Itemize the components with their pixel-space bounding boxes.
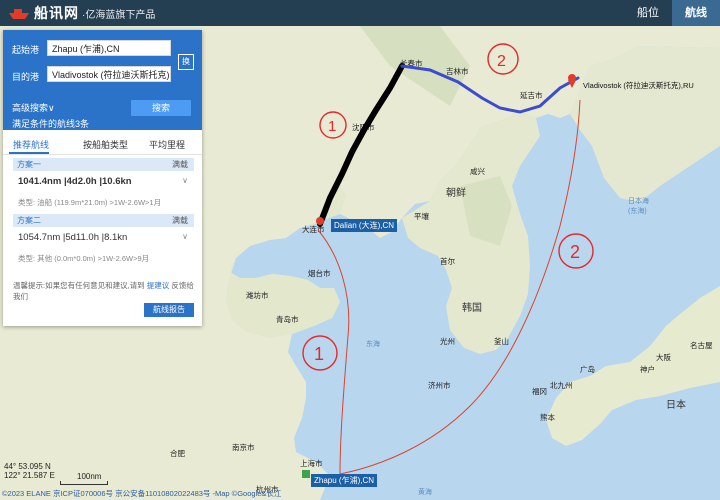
city-label-pyongyang: 平壤 bbox=[414, 211, 429, 221]
annotation-1-south: 1 bbox=[314, 344, 324, 364]
plan-detail: 类型: 油船 (119.9m*21.0m) >1W-2.6W>1月 bbox=[18, 198, 162, 207]
scale-bar bbox=[60, 481, 108, 485]
route-tabs: 推荐航线 按船舶类型 平均里程 bbox=[3, 134, 202, 155]
city-label-seoul: 首尔 bbox=[440, 256, 455, 266]
city-label-qingdao: 青岛市 bbox=[276, 314, 299, 324]
destination-port-input[interactable]: Vladivostok (符拉迪沃斯托克),RU bbox=[47, 66, 171, 82]
port-label-dalian[interactable]: Dalian (大连),CN bbox=[331, 219, 398, 232]
feedback-link[interactable]: 提建议 bbox=[147, 281, 170, 290]
tab-average-distance[interactable]: 平均里程 bbox=[149, 138, 185, 151]
plan-header: 方案一 满载 bbox=[13, 158, 194, 171]
annotation-2-south: 2 bbox=[570, 242, 580, 262]
tab-active-indicator bbox=[9, 152, 49, 154]
chevron-down-icon[interactable]: ∨ bbox=[182, 232, 188, 241]
ship-logo-icon bbox=[8, 6, 30, 20]
logo-text: 船讯网 bbox=[34, 5, 79, 21]
nav-berth[interactable]: 船位 bbox=[624, 0, 672, 26]
plan-status: 满载 bbox=[172, 216, 188, 225]
route-search-header: 起始港 Zhapu (乍浦),CN 目的港 Vladivostok (符拉迪沃斯… bbox=[3, 30, 202, 130]
city-label-osaka: 大阪 bbox=[656, 352, 671, 362]
plan-header: 方案二 满载 bbox=[13, 214, 194, 227]
port-label-vladivostok[interactable]: Vladivostok (符拉迪沃斯托克),RU bbox=[580, 79, 697, 92]
city-label-kobe: 神户 bbox=[640, 364, 655, 374]
city-label-kumamoto: 熊本 bbox=[540, 412, 555, 422]
country-label-japan: 日本 bbox=[666, 398, 686, 411]
search-button[interactable]: 搜索 bbox=[131, 100, 191, 116]
city-label-jilin: 吉林市 bbox=[446, 66, 469, 76]
plan-label: 方案一 bbox=[17, 160, 41, 169]
logo-subtitle: ·亿海蓝旗下产品 bbox=[82, 9, 156, 21]
city-label-shanghai: 上海市 bbox=[300, 458, 323, 468]
logo[interactable]: 船讯网 ·亿海蓝旗下产品 bbox=[8, 4, 155, 22]
sea-label-japan-cn: (东海) bbox=[628, 206, 647, 215]
pin-icon-zhapu[interactable] bbox=[302, 470, 310, 478]
city-label-fukuoka: 福冈 bbox=[532, 387, 547, 396]
plan-label: 方案二 bbox=[17, 216, 41, 225]
city-label-hamhung: 咸兴 bbox=[470, 166, 485, 176]
plan-summary: 1054.7nm |5d11.0h |8.1kn bbox=[18, 232, 128, 243]
advanced-search-toggle[interactable]: 高级搜索∨ bbox=[12, 101, 55, 114]
route-report-button[interactable]: 航线报告 bbox=[144, 303, 194, 317]
coordinate-lat: 44° 53.095 N bbox=[4, 462, 51, 471]
copyright-footer: ©2023 ELANE 京ICP证070006号 京公安备11010802022… bbox=[2, 489, 282, 498]
plan-detail: 类型: 其他 (0.0m*0.0m) >1W-2.6W>9月 bbox=[18, 254, 150, 263]
origin-port-input[interactable]: Zhapu (乍浦),CN bbox=[47, 40, 171, 56]
coordinate-lon: 122° 21.587 E bbox=[4, 471, 55, 480]
port-label-zhapu[interactable]: Zhapu (乍浦),CN bbox=[311, 474, 378, 487]
route-search-panel: 起始港 Zhapu (乍浦),CN 目的港 Vladivostok (符拉迪沃斯… bbox=[3, 30, 202, 326]
plan-summary: 1041.4nm |4d2.0h |10.6kn bbox=[18, 176, 132, 187]
sea-label-japan: 日本海 bbox=[628, 196, 649, 205]
coordinate-readout: 44° 53.095 N 122° 21.587 E bbox=[4, 462, 55, 480]
city-label-kitakyushu: 北九州 bbox=[550, 381, 573, 390]
route-plan-1[interactable]: 方案一 满载 1041.4nm |4d2.0h |10.6kn ∨ 类型: 油船… bbox=[13, 158, 194, 210]
city-label-nanjing: 南京市 bbox=[232, 442, 255, 452]
chevron-down-icon[interactable]: ∨ bbox=[182, 176, 188, 185]
city-label-busan: 釜山 bbox=[494, 336, 509, 346]
country-label-north-korea: 朝鲜 bbox=[446, 186, 466, 199]
result-count: 满足条件的航线3条 bbox=[12, 119, 90, 129]
route-plan-2[interactable]: 方案二 满载 1054.7nm |5d11.0h |8.1kn ∨ 类型: 其他… bbox=[13, 214, 194, 266]
city-label-hiroshima: 广岛 bbox=[580, 364, 595, 374]
pin-icon-dalian[interactable] bbox=[316, 217, 324, 225]
city-label-nagoya: 名古屋 bbox=[690, 340, 713, 350]
destination-label: 目的港 bbox=[12, 72, 40, 82]
city-label-gwangju: 光州 bbox=[440, 336, 455, 346]
city-label-hefei: 合肥 bbox=[170, 448, 185, 458]
plan-status: 满载 bbox=[172, 160, 188, 169]
scale-label: 100nm bbox=[77, 472, 102, 481]
nav-route[interactable]: 航线 bbox=[672, 0, 720, 26]
tab-ship-type[interactable]: 按船舶类型 bbox=[83, 138, 128, 151]
sea-label-east-china: 东海 bbox=[366, 339, 380, 348]
city-label-jeju: 济州市 bbox=[428, 380, 451, 390]
city-label-yanji: 延吉市 bbox=[520, 90, 543, 100]
country-label-south-korea: 韩国 bbox=[462, 301, 482, 314]
tip-text: 温馨提示:如果您有任何意见和建议,请到 提建议 反馈给我们 bbox=[13, 280, 195, 302]
tab-recommended[interactable]: 推荐航线 bbox=[13, 138, 49, 151]
annotation-1-north: 1 bbox=[328, 118, 336, 135]
origin-label: 起始港 bbox=[12, 45, 40, 55]
swap-button[interactable]: 换 bbox=[178, 54, 194, 70]
tip-message: 温馨提示:如果您有任何意见和建议,请到 bbox=[13, 281, 145, 290]
city-label-yantai: 烟台市 bbox=[308, 268, 331, 278]
annotation-2-north: 2 bbox=[497, 53, 506, 70]
city-label-weifang: 潍坊市 bbox=[246, 290, 269, 300]
top-bar: 船讯网 ·亿海蓝旗下产品 船位 航线 bbox=[0, 0, 720, 26]
